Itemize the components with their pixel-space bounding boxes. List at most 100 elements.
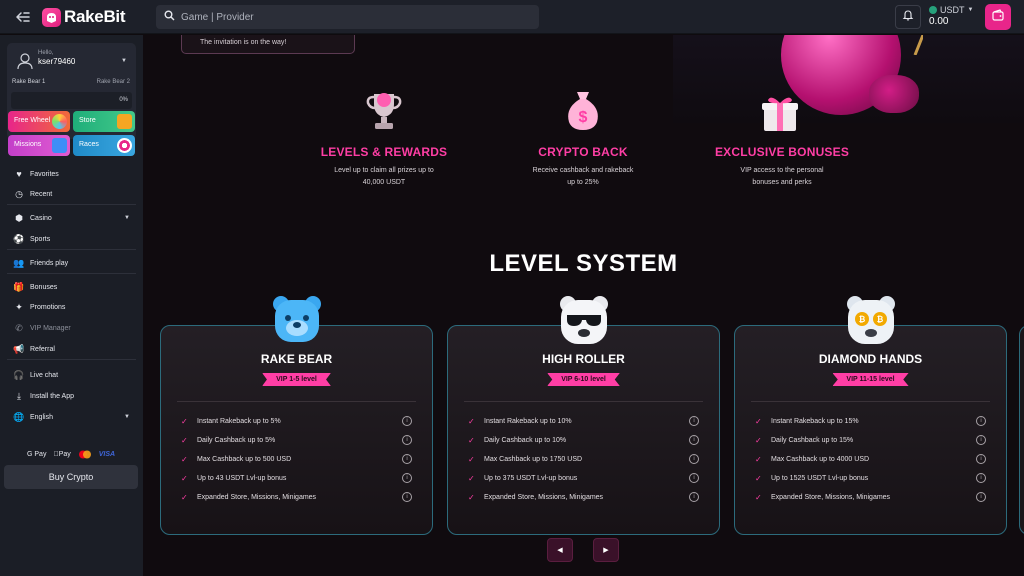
info-icon[interactable]: i bbox=[402, 416, 412, 426]
next-level-label: Rake Bear 2 bbox=[96, 79, 130, 85]
info-icon[interactable]: i bbox=[976, 416, 986, 426]
sidebar-item-label: Friends play bbox=[30, 259, 69, 267]
tier-card-high-roller: HIGH ROLLER VIP 6-10 level ✓ Instant Rake… bbox=[447, 296, 720, 535]
info-icon[interactable]: i bbox=[689, 416, 699, 426]
feature-title: CRYPTO BACK bbox=[538, 145, 628, 159]
info-icon[interactable]: i bbox=[402, 473, 412, 483]
sidebar-item-live-chat[interactable]: 🎧 Live chat bbox=[7, 366, 136, 384]
check-icon: ✓ bbox=[755, 454, 762, 464]
buy-crypto-button[interactable]: Buy Crypto bbox=[4, 465, 138, 489]
free-wheel-tile[interactable]: Free Wheel bbox=[8, 111, 70, 132]
sidebar-item-label: Casino bbox=[30, 214, 52, 222]
tier-badge: VIP 6-10 level bbox=[547, 373, 620, 386]
promotions-icon: ✦ bbox=[15, 301, 23, 312]
perk-row: ✓ Daily Cashback up to 5% i bbox=[181, 433, 412, 447]
soccer-ball-icon: ⚽ bbox=[13, 233, 25, 244]
invitation-text: The invitation is on the way! bbox=[200, 39, 287, 46]
feature-description: Level up to claim all prizes up to 40,00… bbox=[334, 167, 434, 186]
info-icon[interactable]: i bbox=[689, 454, 699, 464]
invitation-card: The invitation is on the way! bbox=[181, 35, 355, 54]
info-icon[interactable]: i bbox=[689, 435, 699, 445]
check-icon: ✓ bbox=[181, 435, 188, 445]
sidebar-item-label: Sports bbox=[30, 235, 51, 243]
sidebar-item-promotions[interactable]: ✦ Promotions bbox=[7, 298, 136, 316]
info-icon[interactable]: i bbox=[976, 454, 986, 464]
wallet-selector[interactable]: USDT ▼ 0.00 bbox=[929, 5, 979, 31]
info-icon[interactable]: i bbox=[689, 473, 699, 483]
check-icon: ✓ bbox=[468, 454, 475, 464]
perk-row: ✓ Daily Cashback up to 15% i bbox=[755, 433, 986, 447]
sidebar-item-language[interactable]: 🌐 English ▼ bbox=[7, 408, 136, 426]
carousel-next-button[interactable]: ▶ bbox=[593, 538, 619, 562]
sidebar-item-install-app[interactable]: ⤓ Install the App bbox=[7, 387, 136, 405]
user-menu-chevron-icon[interactable]: ▼ bbox=[121, 58, 127, 64]
perk-row: ✓ Expanded Store, Missions, Minigames i bbox=[755, 490, 986, 504]
target-icon bbox=[117, 138, 132, 153]
perk-row: ✓ Expanded Store, Missions, Minigames i bbox=[468, 490, 699, 504]
sidebar-item-label: Promotions bbox=[30, 303, 66, 311]
info-icon[interactable]: i bbox=[402, 435, 412, 445]
feature-title: LEVELS & REWARDS bbox=[320, 145, 448, 159]
search-input[interactable] bbox=[181, 11, 521, 23]
perk-row: ✓ Instant Rakeback up to 15% i bbox=[755, 414, 986, 428]
search-bar[interactable] bbox=[156, 5, 539, 29]
info-icon[interactable]: i bbox=[976, 473, 986, 483]
chevron-down-icon: ▼ bbox=[124, 414, 130, 420]
perk-label: Instant Rakeback up to 5% bbox=[197, 417, 281, 425]
perk-label: Max Cashback up to 1750 USD bbox=[484, 455, 583, 463]
carousel-prev-button[interactable]: ◀ bbox=[547, 538, 573, 562]
store-tile[interactable]: Store bbox=[73, 111, 135, 132]
wheel-icon bbox=[52, 114, 67, 129]
perk-label: Up to 375 USDT Lvl-up bonus bbox=[484, 474, 578, 482]
feature-levels-rewards: LEVELS & REWARDS Level up to claim all p… bbox=[304, 88, 464, 189]
info-icon[interactable]: i bbox=[689, 492, 699, 502]
missions-tile[interactable]: Missions bbox=[8, 135, 70, 156]
info-icon[interactable]: i bbox=[402, 492, 412, 502]
sidebar-item-label: Install the App bbox=[30, 392, 74, 400]
sidebar-item-label: English bbox=[30, 413, 53, 421]
sidebar-item-label: VIP Manager bbox=[30, 324, 71, 332]
perk-label: Instant Rakeback up to 10% bbox=[484, 417, 572, 425]
mastercard-icon bbox=[78, 450, 92, 459]
level-progress-percent: 0% bbox=[119, 97, 128, 103]
sidebar-item-sports[interactable]: ⚽ Sports bbox=[7, 230, 136, 248]
divider bbox=[7, 204, 136, 205]
info-icon[interactable]: i bbox=[976, 492, 986, 502]
races-tile[interactable]: Races bbox=[73, 135, 135, 156]
level-progress-bar: 0% bbox=[11, 92, 132, 109]
sidebar-item-vip-manager[interactable]: ✆ VIP Manager bbox=[7, 319, 136, 337]
divider bbox=[464, 401, 703, 402]
svg-text:₿: ₿ bbox=[859, 315, 866, 324]
free-wheel-label: Free Wheel bbox=[14, 117, 51, 124]
sidebar-item-bonuses[interactable]: 🎁 Bonuses bbox=[7, 278, 136, 296]
svg-text:₿: ₿ bbox=[877, 315, 884, 324]
blue-bear-icon bbox=[269, 292, 325, 348]
info-icon[interactable]: i bbox=[402, 454, 412, 464]
tier-name: DIAMOND HANDS bbox=[818, 352, 923, 366]
globe-icon: 🌐 bbox=[13, 411, 25, 422]
avatar-icon[interactable] bbox=[15, 51, 35, 71]
perk-row: ✓ Up to 1525 USDT Lvl-up bonus i bbox=[755, 471, 986, 485]
perk-row: ✓ Max Cashback up to 500 USD i bbox=[181, 452, 412, 466]
feature-exclusive-bonuses: EXCLUSIVE BONUSES VIP access to the pers… bbox=[702, 88, 862, 189]
sidebar-item-favorites[interactable]: ♥ Favorites bbox=[7, 165, 136, 183]
notifications-button[interactable] bbox=[895, 5, 921, 29]
username[interactable]: kser79460 bbox=[38, 57, 75, 66]
sidebar-item-referral[interactable]: 📢 Referral bbox=[7, 340, 136, 358]
feature-crypto-back: $ CRYPTO BACK Receive cashback and rakeb… bbox=[503, 88, 663, 189]
headset-icon: 🎧 bbox=[13, 369, 25, 380]
sidebar-item-friends-play[interactable]: 👥 Friends play bbox=[7, 254, 136, 272]
perk-row: ✓ Up to 43 USDT Lvl-up bonus i bbox=[181, 471, 412, 485]
sidebar-item-casino[interactable]: ⬢ Casino ▼ bbox=[7, 209, 136, 227]
wallet-button[interactable] bbox=[985, 4, 1011, 30]
money-bag-icon: $ bbox=[561, 88, 605, 132]
search-icon bbox=[164, 8, 175, 26]
brand-logo[interactable]: RakeBit bbox=[42, 7, 126, 27]
sidebar-item-recent[interactable]: ◷ Recent bbox=[7, 185, 136, 203]
shopping-bag-icon bbox=[117, 114, 132, 129]
main-content: The invitation is on the way! LEVELS & R… bbox=[143, 35, 1024, 576]
perk-label: Daily Cashback up to 15% bbox=[771, 436, 854, 444]
info-icon[interactable]: i bbox=[976, 435, 986, 445]
collapse-sidebar-icon[interactable] bbox=[14, 8, 32, 26]
chevron-down-icon: ▼ bbox=[967, 7, 974, 13]
